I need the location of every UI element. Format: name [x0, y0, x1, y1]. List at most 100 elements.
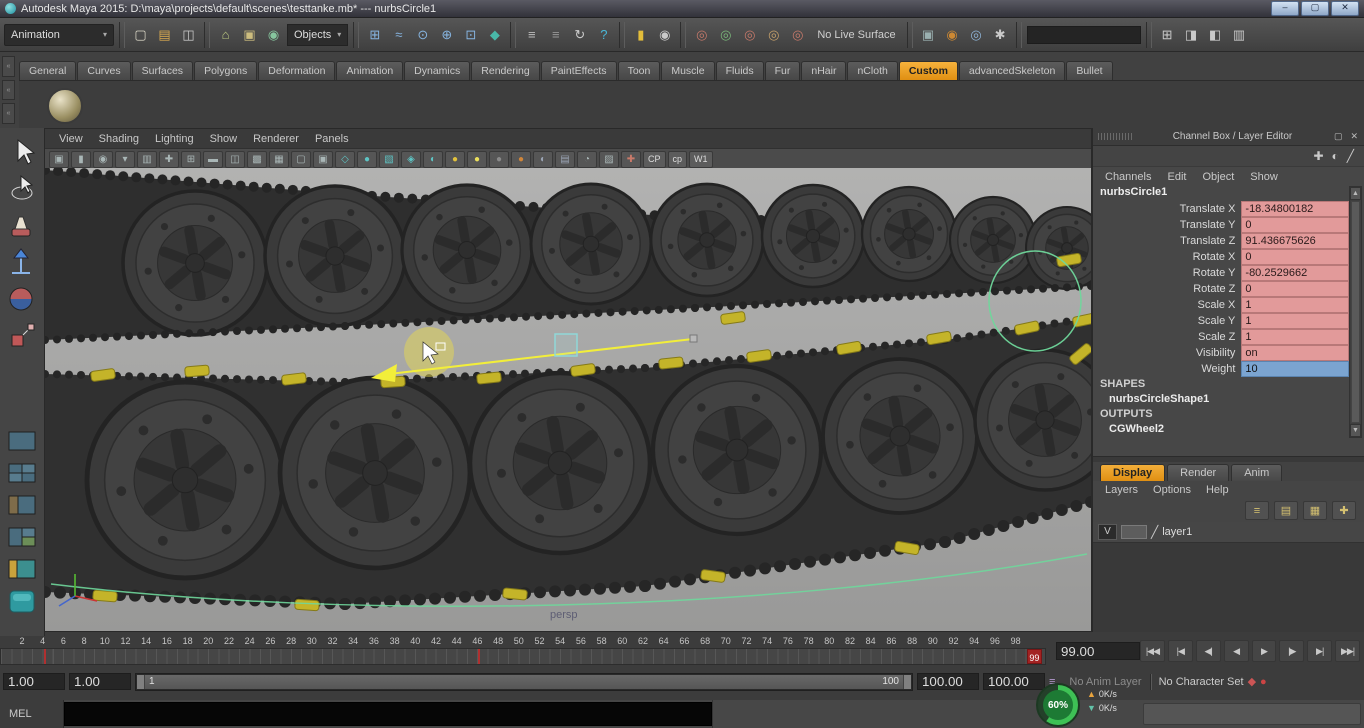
make-object-live-icon[interactable]: ◆: [484, 24, 505, 45]
snap-to-view-plane-icon[interactable]: ⊡: [460, 24, 481, 45]
scale-tool[interactable]: [4, 319, 40, 353]
select-by-hierarchy-icon[interactable]: ⌂: [215, 24, 236, 45]
snap-to-grid-icon[interactable]: ⊞: [364, 24, 385, 45]
quick-help-icon[interactable]: ?: [593, 24, 614, 45]
shadows-icon[interactable]: ●: [489, 150, 509, 168]
output-connections-icon[interactable]: ≡: [545, 24, 566, 45]
shape-node-name[interactable]: nurbsCircleShape1: [1093, 392, 1349, 407]
field-chart-icon[interactable]: ▦: [269, 150, 289, 168]
screen-space-ao-icon[interactable]: ●: [511, 150, 531, 168]
channel-value-field[interactable]: 10: [1241, 361, 1349, 377]
anim-layer-selector[interactable]: No Anim Layer: [1069, 676, 1141, 688]
channel-label[interactable]: Rotate Y: [1093, 267, 1241, 279]
textured-mode-icon[interactable]: ▧: [379, 150, 399, 168]
safe-title-icon[interactable]: ▣: [313, 150, 333, 168]
shelf-tab-custom[interactable]: Custom: [898, 61, 958, 80]
layer-color-swatch[interactable]: [1121, 525, 1147, 539]
isolate-select-icon[interactable]: ◔: [577, 150, 597, 168]
rotate-tool[interactable]: [4, 282, 40, 316]
channel-label[interactable]: Translate X: [1093, 203, 1241, 215]
toggle-channel-box-icon[interactable]: ▥: [1229, 24, 1250, 45]
layout-outliner-persp[interactable]: [5, 556, 39, 582]
layer-menu-help[interactable]: Help: [1206, 484, 1229, 496]
layer-options-icon[interactable]: ✚: [1332, 501, 1356, 520]
layer-visibility-toggle[interactable]: V: [1098, 524, 1117, 540]
step-back-frame-button[interactable]: ◀|: [1195, 640, 1221, 662]
channel-value-field[interactable]: 0: [1241, 217, 1349, 233]
smooth-shade-mode-icon[interactable]: ●: [357, 150, 377, 168]
pin-channel-box-icon[interactable]: ✚: [1313, 149, 1323, 163]
select-camera-icon[interactable]: ▣: [49, 150, 69, 168]
layer-editor-tab-display[interactable]: Display: [1100, 464, 1166, 481]
viewport-menu-panels[interactable]: Panels: [307, 133, 357, 145]
input-connections-icon[interactable]: ≡: [521, 24, 542, 45]
channel-value-field[interactable]: 1: [1241, 329, 1349, 345]
keying-mask-translate-icon[interactable]: ◎: [691, 24, 712, 45]
speed-slider-icon[interactable]: ╱: [1347, 149, 1354, 163]
maya-toolbox-icon[interactable]: [5, 588, 39, 614]
snap-to-projected-center-icon[interactable]: ⊕: [436, 24, 457, 45]
anti-aliasing-icon[interactable]: ▤: [555, 150, 575, 168]
select-by-component-type-icon[interactable]: ◉: [263, 24, 284, 45]
character-set-selector[interactable]: No Character Set: [1159, 676, 1244, 688]
channel-box-menu-show[interactable]: Show: [1250, 171, 1278, 183]
move-tool[interactable]: [4, 245, 40, 279]
channel-label[interactable]: Translate Z: [1093, 235, 1241, 247]
minimize-button[interactable]: –: [1271, 1, 1299, 16]
layout-single-pane[interactable]: [5, 428, 39, 454]
channel-box-menu-object[interactable]: Object: [1202, 171, 1234, 183]
lock-camera-icon[interactable]: ▮: [71, 150, 91, 168]
keying-mask-rotate-icon[interactable]: ◎: [715, 24, 736, 45]
toggle-tool-settings-icon[interactable]: ◧: [1205, 24, 1226, 45]
channel-value-field[interactable]: 0: [1241, 249, 1349, 265]
wireframe-on-shaded-icon[interactable]: ◈: [401, 150, 421, 168]
viewport-menu-show[interactable]: Show: [202, 133, 246, 145]
layer-editor-tab-anim[interactable]: Anim: [1231, 464, 1283, 481]
grid-toggle-icon[interactable]: ⊞: [181, 150, 201, 168]
animation-start-field[interactable]: [69, 673, 131, 690]
layer-menu-options[interactable]: Options: [1153, 484, 1191, 496]
render-current-frame-icon[interactable]: ◉: [942, 24, 963, 45]
playback-start-field[interactable]: [3, 673, 65, 690]
shelf-tab-advancedskeleton[interactable]: advancedSkeleton: [958, 61, 1066, 80]
shelf-tab-animation[interactable]: Animation: [336, 61, 404, 80]
play-backwards-button[interactable]: ◀: [1223, 640, 1249, 662]
layer-row[interactable]: V ╱ layer1: [1093, 522, 1364, 543]
play-forwards-button[interactable]: ▶: [1251, 640, 1277, 662]
shelf-tab-deformation[interactable]: Deformation: [258, 61, 336, 80]
range-track[interactable]: 1 100: [135, 672, 913, 691]
layout-three-pane-split[interactable]: [5, 524, 39, 550]
construction-history-toggle-icon[interactable]: ↻: [569, 24, 590, 45]
manipulator-link-icon[interactable]: ◐: [1332, 149, 1339, 163]
layer-sort-icon[interactable]: ≡: [1245, 501, 1269, 520]
shelf-tab-muscle[interactable]: Muscle: [661, 61, 715, 80]
collapse-shelf-icon[interactable]: «: [2, 79, 15, 101]
panel-close-icon[interactable]: ✕: [1349, 131, 1359, 142]
collapse-toolbox-icon[interactable]: «: [2, 103, 15, 125]
panel-header[interactable]: Channel Box / Layer Editor ▢ ✕: [1093, 128, 1364, 146]
toggle-attribute-editor-icon[interactable]: ◨: [1181, 24, 1202, 45]
shelf-tab-fur[interactable]: Fur: [764, 61, 801, 80]
channel-value-field[interactable]: on: [1241, 345, 1349, 361]
lasso-select-tool[interactable]: [4, 171, 40, 205]
channel-box-scrollbar[interactable]: ▲ ▼: [1349, 186, 1362, 438]
shelf-tab-rendering[interactable]: Rendering: [471, 61, 540, 80]
keying-mask-scale-icon[interactable]: ◎: [739, 24, 760, 45]
panel-grip-icon[interactable]: [1098, 133, 1132, 140]
snap-to-curve-icon[interactable]: ≈: [388, 24, 409, 45]
camera-attributes-icon[interactable]: ◉: [93, 150, 113, 168]
viewport-canvas[interactable]: persp: [45, 168, 1091, 631]
flat-lighting-icon[interactable]: ●: [467, 150, 487, 168]
channel-value-field[interactable]: 91.436675626: [1241, 233, 1349, 249]
wireframe-mode-icon[interactable]: ◇: [335, 150, 355, 168]
channel-value-field[interactable]: 1: [1241, 297, 1349, 313]
channel-box-menu-channels[interactable]: Channels: [1105, 171, 1151, 183]
new-scene-icon[interactable]: ▢: [130, 24, 151, 45]
shelf-tab-polygons[interactable]: Polygons: [194, 61, 258, 80]
viewport-3d[interactable]: persp: [45, 168, 1091, 631]
xray-joints-icon[interactable]: ✚: [621, 150, 641, 168]
titlebar[interactable]: Autodesk Maya 2015: D:\maya\projects\def…: [0, 0, 1364, 18]
toggle-grid-display-icon[interactable]: ⊞: [1157, 24, 1178, 45]
xray-mode-icon[interactable]: ▨: [599, 150, 619, 168]
shelf-tab-bullet[interactable]: Bullet: [1066, 61, 1113, 80]
